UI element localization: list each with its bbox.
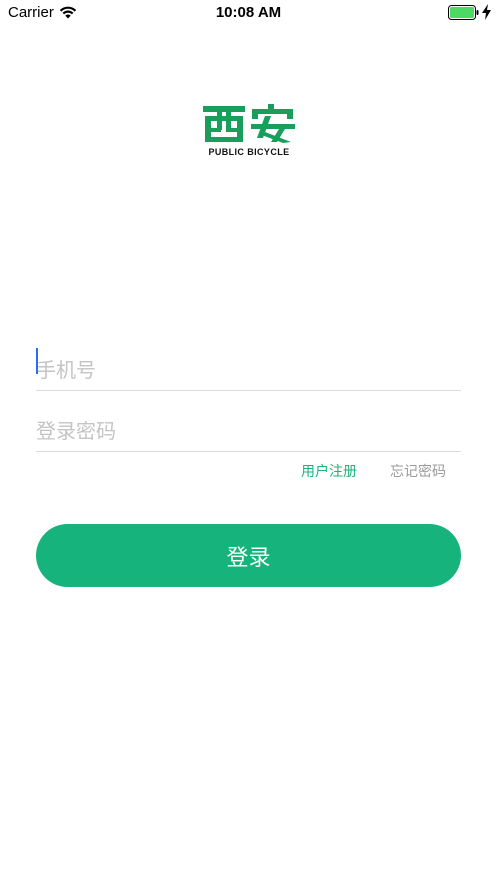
password-field-container bbox=[36, 401, 461, 452]
xian-logo-mark bbox=[203, 104, 295, 143]
forgot-password-link[interactable]: 忘记密码 bbox=[390, 461, 446, 481]
logo-subtitle: PUBLIC BICYCLE bbox=[208, 147, 290, 157]
battery-icon bbox=[448, 5, 479, 20]
phone-input[interactable] bbox=[36, 358, 461, 382]
charging-bolt-icon bbox=[482, 4, 491, 20]
status-time: 10:08 AM bbox=[215, 4, 282, 21]
password-input[interactable] bbox=[36, 419, 461, 443]
phone-field-container bbox=[36, 340, 461, 391]
app-logo: PUBLIC BICYCLE bbox=[199, 104, 299, 160]
text-caret bbox=[36, 348, 38, 374]
status-bar: Carrier 10:08 AM bbox=[0, 0, 497, 26]
register-link[interactable]: 用户注册 bbox=[301, 461, 357, 481]
login-button[interactable]: 登录 bbox=[36, 524, 461, 587]
